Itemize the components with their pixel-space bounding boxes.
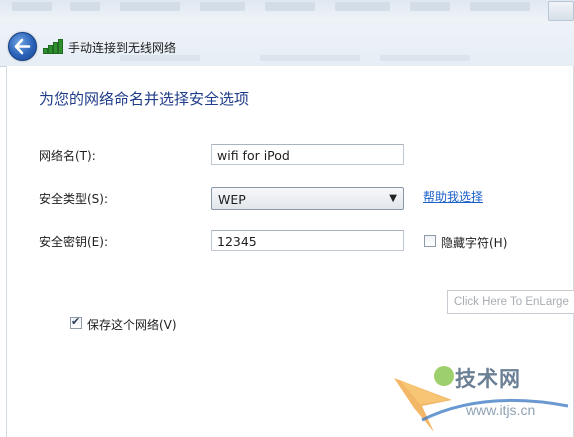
save-network-checkbox[interactable] xyxy=(70,315,82,329)
dropdown-arrow-icon: ▼ xyxy=(389,193,397,204)
wireless-signal-icon xyxy=(43,38,63,54)
blurred-background-text xyxy=(380,55,470,61)
hide-characters-label: 隐藏字符(H) xyxy=(441,236,508,250)
save-network-label: 保存这个网络(V) xyxy=(87,318,177,332)
blurred-background-text xyxy=(410,2,450,11)
hide-characters-checkbox[interactable] xyxy=(424,235,436,247)
security-key-label: 安全密钥(E): xyxy=(39,235,108,249)
blurred-background-text xyxy=(335,2,390,11)
security-type-select[interactable]: WEP ▼ xyxy=(211,187,404,210)
back-button[interactable] xyxy=(8,32,37,61)
title-bar xyxy=(0,0,574,67)
blurred-background-text xyxy=(470,2,530,11)
blurred-background-text xyxy=(70,2,100,11)
watermark-url: www.itjs.cn xyxy=(466,402,536,418)
security-type-label: 安全类型(S): xyxy=(39,192,109,206)
watermark-text: 技术网 xyxy=(455,367,521,391)
security-key-input[interactable]: 12345 xyxy=(211,230,404,251)
blurred-background-text xyxy=(200,2,245,11)
blurred-background-text xyxy=(12,2,52,11)
security-type-value: WEP xyxy=(218,192,246,207)
window-title: 手动连接到无线网络 xyxy=(68,41,177,55)
blurred-background-text xyxy=(120,2,180,11)
enlarge-overlay-button[interactable]: Click Here To EnLarge xyxy=(447,290,574,314)
blurred-background-text xyxy=(265,2,315,11)
network-name-label: 网络名(T): xyxy=(39,149,96,163)
window-corner-button[interactable] xyxy=(548,1,574,21)
blurred-background-text xyxy=(260,55,360,61)
network-name-input[interactable]: wifi for iPod xyxy=(211,144,404,165)
page-heading: 为您的网络命名并选择安全选项 xyxy=(39,90,250,108)
help-me-choose-link[interactable]: 帮助我选择 xyxy=(423,188,483,205)
back-arrow-icon xyxy=(14,38,31,55)
